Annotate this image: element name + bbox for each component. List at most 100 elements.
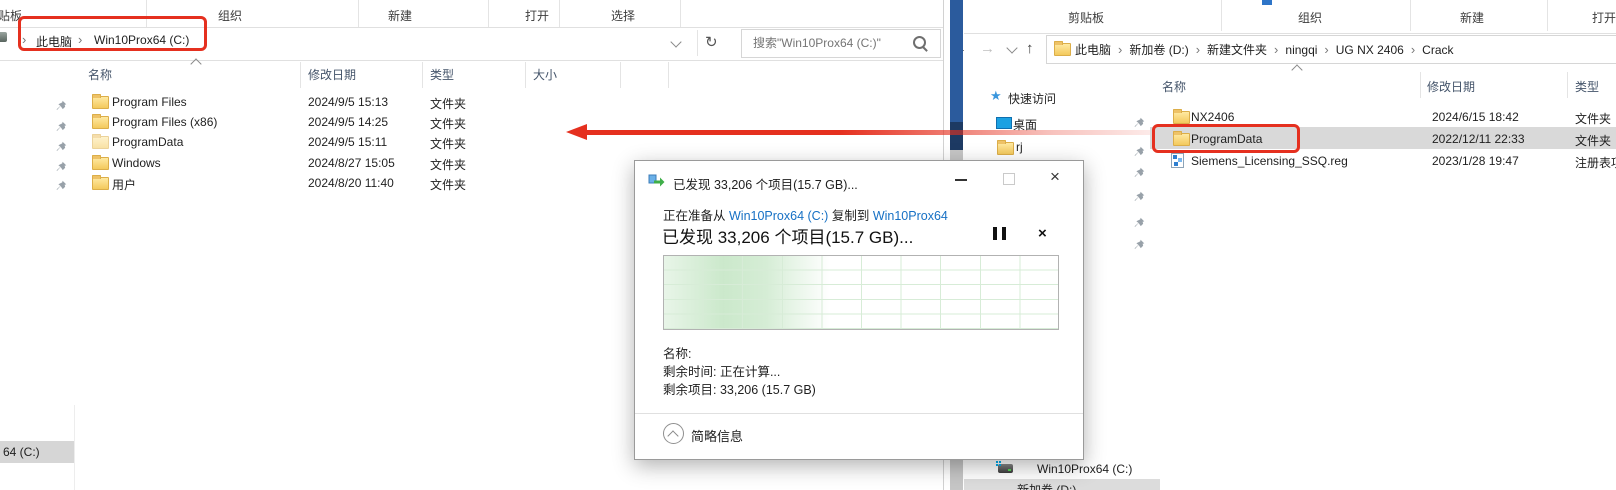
ribbon-separator [1547,0,1548,31]
ribbon-group-organize: 组织 [1298,11,1323,25]
file-type: 文件夹 [430,137,467,151]
folder-icon [1173,109,1190,124]
search-box [741,29,941,58]
ribbon-separator [1221,0,1222,31]
sidebar-item-drive-c-clipped[interactable]: 64 (C:) [0,441,74,463]
breadcrumb-separator-icon: › [1195,42,1201,57]
sidebar-item-drive-d-clipped[interactable]: 新加卷 (D:) [964,479,1160,490]
star-icon: ★ [990,88,1002,103]
folder-icon [92,155,109,170]
column-separator [1420,72,1421,98]
pin-icon [1134,191,1145,201]
breadcrumb-highlight-annotation [18,16,207,51]
file-type: 文件夹 [430,97,467,111]
breadcrumb-ug-nx-2406[interactable]: UG NX 2406 [1336,43,1404,57]
arrow-shaft [585,130,1150,135]
table-row[interactable]: Program Files 2024/9/5 15:13 文件夹 [0,92,944,112]
folder-icon [92,114,109,129]
file-type: 文件夹 [1575,134,1612,148]
sidebar-item-label: 快速访问 [1008,92,1057,106]
file-type: 文件夹 [430,178,467,192]
drive-icon [998,464,1013,473]
toolbar-divider [0,60,944,61]
close-button[interactable]: × [1050,167,1060,187]
programdata-highlight-annotation [1152,124,1300,153]
discovery-headline: 已发现 33,206 个项目(15.7 GB)... [662,228,914,247]
breadcrumb-drive-d[interactable]: 新加卷 (D:) [1129,41,1188,58]
column-separator [668,62,669,88]
copy-dialog-icon [648,174,665,187]
file-date: 2024/8/27 15:05 [308,156,395,170]
breadcrumb: 此电脑 › 新加卷 (D:) › 新建文件夹 › ningqi › UG NX … [1075,36,1454,63]
file-name: Windows [112,156,161,170]
folder-icon [92,94,109,109]
drive-icon [0,32,7,42]
forward-icon[interactable]: → [980,41,995,56]
column-header-date[interactable]: 修改日期 [308,66,356,83]
file-date: 2024/6/15 18:42 [1432,110,1519,124]
sidebar-item-drive-c[interactable]: Win10Prox64 (C:) [984,460,1144,478]
collapse-details-button[interactable] [663,423,684,444]
file-date: 2024/9/5 14:25 [308,115,389,129]
file-name: Program Files (x86) [112,115,218,129]
breadcrumb-this-pc[interactable]: 此电脑 [1075,41,1111,58]
folder-icon [92,175,109,190]
file-date: 2022/12/11 22:33 [1432,132,1525,146]
address-separator [697,30,698,56]
scrollbar-thumb-blue[interactable] [950,0,963,122]
file-date: 2024/9/5 15:13 [308,95,389,109]
folder-icon [92,134,109,149]
search-input[interactable] [751,35,915,51]
history-dropdown-icon[interactable] [1006,42,1018,54]
transfer-speed-chart [663,255,1059,330]
ribbon-group-organize: 组织 [218,9,243,23]
column-header-type[interactable]: 类型 [430,66,454,83]
breadcrumb-separator-icon: › [1410,42,1416,57]
refresh-icon[interactable]: ↻ [705,35,718,50]
ribbon-separator [1410,0,1411,31]
up-icon[interactable]: ↑ [1026,41,1034,56]
windows-flag-icon [996,461,998,463]
address-bar[interactable]: 此电脑 › 新加卷 (D:) › 新建文件夹 › ningqi › UG NX … [1046,35,1616,64]
folder-icon [997,140,1014,155]
sidebar-item-rj[interactable]: rj [984,139,1104,157]
breadcrumb-crack[interactable]: Crack [1422,43,1453,57]
items-remaining-label: 剩余项目: 33,206 (15.7 GB) [663,383,816,397]
sort-ascending-icon [1291,64,1303,76]
ribbon-separator [559,0,560,27]
source-link[interactable]: Win10Prox64 (C:) [729,209,828,223]
table-row[interactable]: Siemens_Licensing_SSQ.reg 2023/1/28 19:4… [1150,150,1616,171]
chevron-up-icon [667,430,679,442]
file-type: 文件夹 [430,117,467,131]
column-header-name[interactable]: 名称 [88,66,112,83]
maximize-button[interactable] [1003,173,1015,185]
sidebar-item-quick-access[interactable]: ★ 快速访问 [984,89,1104,107]
sidebar-item-label: rj [1016,140,1023,154]
ribbon-group-new: 新建 [1460,11,1485,25]
ribbon-group-clipboard: 剪贴板 [1068,11,1105,25]
file-type: 文件夹 [430,158,467,172]
pause-button[interactable] [993,227,1006,240]
file-name: NX2406 [1191,110,1235,124]
sidebar-item-label: 64 (C:) [3,445,40,459]
column-header-size[interactable]: 大小 [533,66,557,83]
footer-toggle-label[interactable]: 简略信息 [691,426,743,445]
column-header-name[interactable]: 名称 [1162,78,1186,95]
breadcrumb-separator-icon: › [1274,42,1279,57]
breadcrumb-new-folder[interactable]: 新建文件夹 [1207,41,1267,58]
column-separator [620,62,621,88]
copy-progress-dialog: 已发现 33,206 个项目(15.7 GB)... × 正在准备从 Win10… [634,160,1084,460]
status-middle: 复制到 [831,209,870,223]
ribbon-group-open: 打开 [1592,11,1616,25]
file-type: 注册表项 [1575,156,1616,170]
ribbon-separator [488,0,489,27]
destination-link[interactable]: Win10Prox64 [873,209,948,223]
column-header-type[interactable]: 类型 [1575,78,1599,95]
column-header-date[interactable]: 修改日期 [1427,78,1475,95]
file-name: ProgramData [112,135,184,149]
dialog-footer-divider [635,413,1083,414]
cancel-button[interactable]: × [1038,225,1047,242]
breadcrumb-ningqi[interactable]: ningqi [1285,43,1317,57]
file-date: 2024/9/5 15:11 [308,135,388,149]
minimize-button[interactable] [955,179,967,181]
